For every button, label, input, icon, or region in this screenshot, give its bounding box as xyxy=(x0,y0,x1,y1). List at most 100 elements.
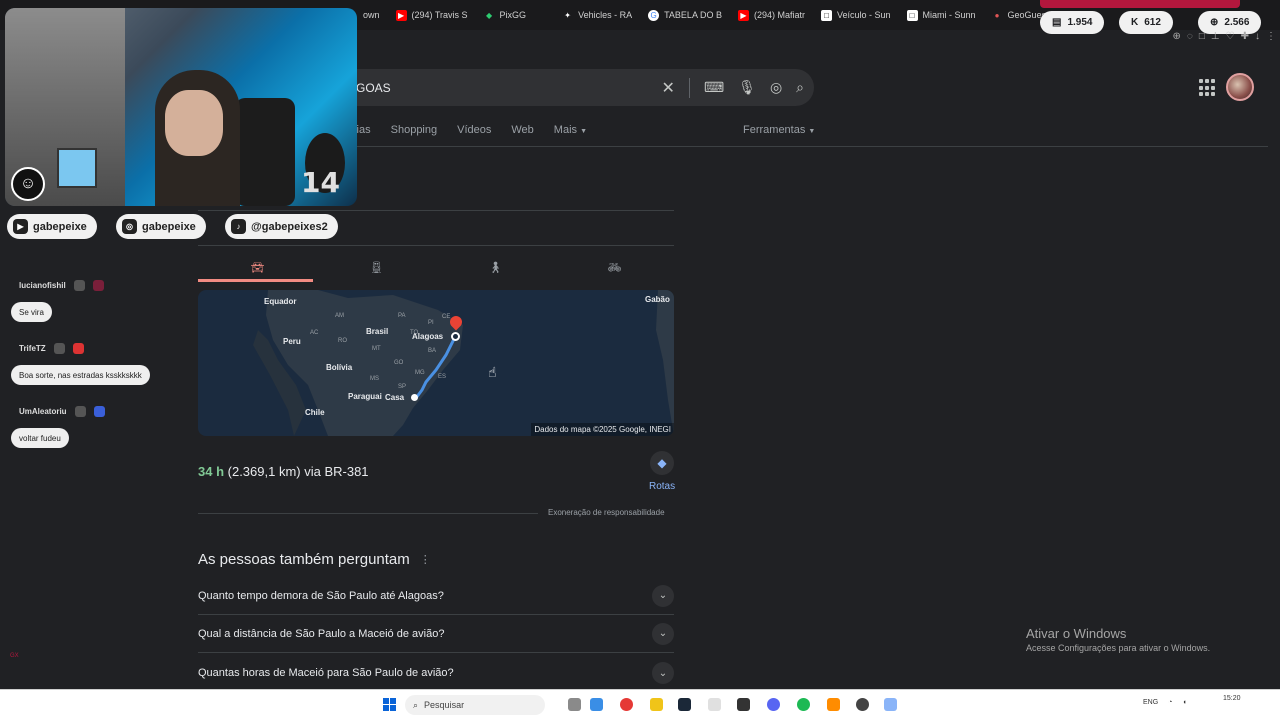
search-bar[interactable]: GOAS ✕ ⌨ 🎙︎ ◎ ⌕ xyxy=(330,69,814,106)
tab-walk[interactable]: 🚶︎ xyxy=(436,252,555,282)
pin-icon[interactable]: ⊥ xyxy=(1211,31,1220,42)
file-explorer-icon[interactable] xyxy=(650,698,663,711)
disclaimer-link[interactable]: Exoneração de responsabilidade xyxy=(548,508,665,517)
opera-icon[interactable] xyxy=(620,698,633,711)
heart-icon[interactable]: ♡ xyxy=(1226,31,1235,42)
app-icon[interactable] xyxy=(884,698,897,711)
volume-icon[interactable]: ◖ xyxy=(1182,699,1186,706)
search-icon: ⌕ xyxy=(413,699,419,710)
bookmark-label: Veículo - Sun xyxy=(836,10,891,20)
obs-icon[interactable] xyxy=(856,698,869,711)
tab-more[interactable]: Mais ▼ xyxy=(554,124,587,136)
tools-button[interactable]: Ferramentas ▼ xyxy=(743,124,815,136)
google-icon: G xyxy=(648,9,660,21)
twitch-icon xyxy=(53,343,65,354)
tab-shopping[interactable]: Shopping xyxy=(391,124,438,136)
search-divider xyxy=(688,77,690,98)
bike-icon: 🚲︎ xyxy=(607,261,622,274)
keyboard-icon[interactable]: ⌨ xyxy=(704,79,724,96)
travel-mode-tabs: 🚘︎ 🚆︎ 🚶︎ 🚲︎ xyxy=(198,252,674,282)
bookmark-pixgg[interactable]: ◆ PixGG xyxy=(476,0,535,30)
tab-car[interactable]: 🚘︎ xyxy=(198,252,317,282)
paa-title-text: As pessoas também perguntam xyxy=(198,551,410,568)
card-top-divider xyxy=(198,210,674,211)
search-icon[interactable]: ⌕ xyxy=(796,79,804,96)
streamer-face xyxy=(165,90,223,156)
app-icon[interactable] xyxy=(737,698,750,711)
route-distance: (2.369,1 km) via BR-381 xyxy=(227,464,369,479)
chat-message: voltar fudeu xyxy=(11,428,69,448)
directions-icon: ◆ xyxy=(657,456,667,470)
destination-point-icon xyxy=(451,332,460,341)
directions-label[interactable]: Rotas xyxy=(649,481,675,492)
tab-transit[interactable]: 🚆︎ xyxy=(317,252,436,282)
chat-side-label: GX xyxy=(10,653,19,659)
bookmark-veiculo[interactable]: □ Veículo - Sun xyxy=(813,0,899,30)
paa-question[interactable]: Quanto tempo demora de São Paulo até Ala… xyxy=(198,577,674,615)
bookmark-mafiatr[interactable]: ▶ (294) Mafiatr xyxy=(730,0,813,30)
tab-videos[interactable]: Vídeos xyxy=(457,124,491,136)
route-map[interactable]: Equador Gabão Brasil Peru Bolívia Paragu… xyxy=(198,290,674,436)
app-icon[interactable] xyxy=(708,698,721,711)
more-icon[interactable]: ⋮ xyxy=(1266,31,1276,42)
tab-web[interactable]: Web xyxy=(511,124,533,136)
avatar[interactable] xyxy=(1226,73,1254,101)
clear-icon[interactable]: ✕ xyxy=(662,78,675,98)
twitch-viewers-count: 1.954 xyxy=(1067,17,1093,28)
window-icon[interactable]: □ xyxy=(1199,31,1205,42)
widgets-icon[interactable] xyxy=(590,698,603,711)
language-indicator[interactable]: ENG xyxy=(1143,699,1158,706)
camera-search-icon[interactable]: ◎ xyxy=(770,79,782,96)
extensions-icon[interactable]: ✚ xyxy=(1241,31,1249,42)
map-label-paraguai: Paraguai xyxy=(348,392,382,401)
more-options-icon[interactable]: ⋮ xyxy=(420,553,431,566)
card-divider xyxy=(198,245,674,246)
task-view-icon[interactable] xyxy=(568,698,581,711)
microphone-icon[interactable]: 🎙︎ xyxy=(738,79,756,96)
streamer-logo-icon: ☺ xyxy=(11,167,45,201)
search-query[interactable]: GOAS xyxy=(356,81,391,95)
chat-user: lucianofishil xyxy=(19,280,104,291)
paa-question[interactable]: Quantas horas de Maceió para São Paulo d… xyxy=(198,654,674,692)
pixgg-icon: ◆ xyxy=(485,10,493,20)
zoom-icon[interactable]: ⊕ xyxy=(1173,31,1181,42)
paa-question[interactable]: Qual a distância de São Paulo a Maceió d… xyxy=(198,615,674,653)
discord-icon[interactable] xyxy=(767,698,780,711)
map-label-mt: MT xyxy=(372,346,381,352)
bookmark-miami[interactable]: □ Miami - Sunn xyxy=(899,0,984,30)
bell-icon[interactable]: ◌ xyxy=(1187,31,1193,42)
windows-start-icon[interactable] xyxy=(383,698,396,711)
active-tab-strip xyxy=(1040,0,1240,8)
twitch-icon xyxy=(73,280,85,291)
tab-bike[interactable]: 🚲︎ xyxy=(555,252,674,282)
bookmark-label: (294) Travis S xyxy=(411,10,468,20)
route-summary: 34 h (2.369,1 km) via BR-381 xyxy=(198,464,369,479)
wifi-icon[interactable]: ◔ xyxy=(1168,699,1172,706)
app-icon[interactable] xyxy=(827,698,840,711)
map-label-to: TO xyxy=(410,330,419,336)
map-label-ac: AC xyxy=(310,330,319,336)
paa-question-text: Quanto tempo demora de São Paulo até Ala… xyxy=(198,589,444,602)
bookmark-tabela[interactable]: G TABELA DO B xyxy=(640,0,730,30)
download-icon[interactable]: ↓ xyxy=(1255,31,1260,42)
clock[interactable]: 15:20 xyxy=(1223,694,1241,704)
youtube-icon: ▶ xyxy=(13,219,28,234)
walk-icon: 🚶︎ xyxy=(488,261,503,274)
rage-icon: ✦ xyxy=(564,10,571,20)
social-handle: @gabepeixes2 xyxy=(251,220,328,233)
bookmark-travis[interactable]: ▶ (294) Travis S xyxy=(388,0,476,30)
paa-question-text: Qual a distância de São Paulo a Maceió d… xyxy=(198,627,445,640)
apps-grid-icon[interactable] xyxy=(1199,79,1217,97)
cam-monitor xyxy=(57,148,97,188)
bookmark-own[interactable]: own xyxy=(355,0,388,30)
chevron-down-icon: ⌄ xyxy=(652,584,674,607)
directions-button[interactable]: ◆ xyxy=(650,451,674,475)
taskbar-search[interactable]: ⌕ Pesquisar xyxy=(405,695,545,715)
map-label-es: ES xyxy=(438,374,447,380)
chat-message: Se vira xyxy=(11,302,52,322)
spotify-icon[interactable] xyxy=(797,698,810,711)
bookmark-vehicles[interactable]: ✦ Vehicles - RA xyxy=(554,0,640,30)
paa-question-text: Quantas horas de Maceió para São Paulo d… xyxy=(198,667,454,679)
caret-down-icon: ▼ xyxy=(808,128,816,135)
steam-icon[interactable] xyxy=(678,698,691,711)
